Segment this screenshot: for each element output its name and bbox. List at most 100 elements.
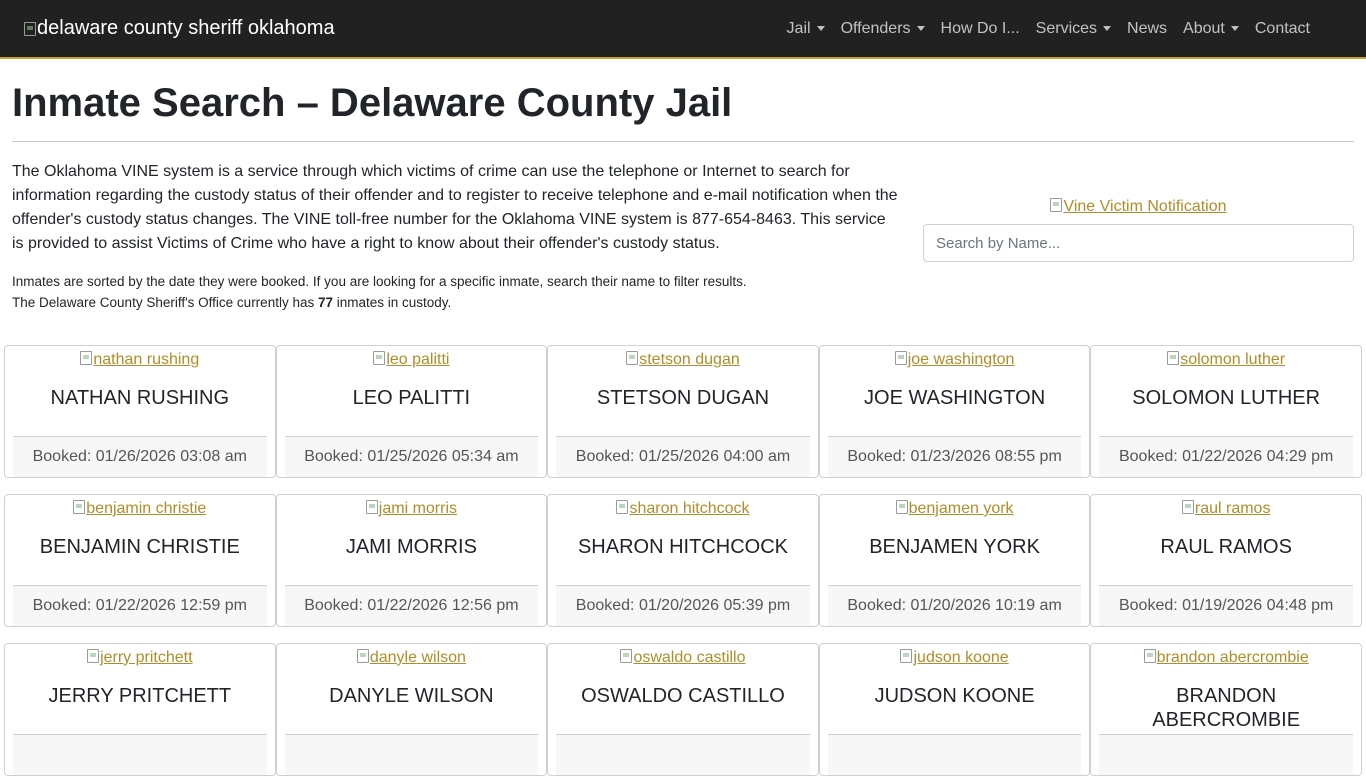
broken-image-icon [356, 649, 369, 663]
broken-image-icon [365, 500, 378, 514]
inmate-photo-alt: sharon hitchcock [629, 500, 750, 517]
vine-description: The Oklahoma VINE system is a service th… [12, 163, 898, 252]
nav-item-how-do-i[interactable]: How Do I... [933, 20, 1028, 38]
inmate-photo-link[interactable]: leo palitti [277, 350, 547, 370]
inmate-name[interactable]: JOE WASHINGTON [820, 370, 1090, 436]
inmate-photo-link[interactable]: joe washington [820, 350, 1090, 370]
inmate-name[interactable]: LEO PALITTI [277, 370, 547, 436]
inmate-card[interactable]: jami morris JAMI MORRIS Booked: 01/22/2026… [275, 494, 548, 627]
inmate-photo-link[interactable]: stetson dugan [548, 350, 818, 370]
vine-notification-link[interactable]: Vine Victim Notification [1050, 196, 1227, 218]
inmate-name[interactable]: SHARON HITCHCOCK [548, 519, 818, 585]
inmate-card[interactable]: jerry pritchett JERRY PRITCHETT [4, 643, 276, 776]
inmate-photo-alt: jami morris [378, 500, 457, 517]
broken-image-icon [87, 649, 100, 663]
inmate-photo-link[interactable]: nathan rushing [5, 350, 275, 370]
inmate-booked-date: Booked: 01/20/2026 05:39 pm [556, 585, 810, 626]
broken-image-icon [620, 649, 633, 663]
inmate-booked-date: Booked: 01/22/2026 12:56 pm [284, 585, 539, 626]
intro-text-column: The Oklahoma VINE system is a service th… [12, 160, 901, 313]
inmate-booked-date: Booked: 01/20/2026 10:19 am [827, 585, 1082, 626]
inmate-name[interactable]: JAMI MORRIS [277, 519, 547, 585]
inmate-photo-link[interactable]: jerry pritchett [5, 648, 275, 668]
title-divider [12, 141, 1354, 142]
inmate-photo-link[interactable]: raul ramos [1091, 499, 1361, 519]
inmate-photo-alt: stetson dugan [639, 351, 740, 368]
search-by-name-input[interactable] [923, 224, 1354, 262]
inmate-photo-alt: joe washington [907, 351, 1015, 368]
inmate-card[interactable]: raul ramos RAUL RAMOS Booked: 01/19/2026 0… [1090, 494, 1362, 627]
inmate-name[interactable]: RAUL RAMOS [1091, 519, 1361, 585]
inmate-card[interactable]: sharon hitchcock SHARON HITCHCOCK Booked: … [547, 494, 819, 627]
inmate-name[interactable]: JERRY PRITCHETT [5, 668, 275, 734]
broken-image-icon [73, 500, 86, 514]
inmate-name[interactable]: JUDSON KOONE [820, 668, 1090, 734]
inmate-photo-link[interactable]: benjamin christie [5, 499, 275, 519]
inmate-photo-link[interactable]: jami morris [277, 499, 547, 519]
nav-item-jail[interactable]: Jail [779, 20, 833, 38]
inmate-card[interactable]: stetson dugan STETSON DUGAN Booked: 01/25/… [547, 345, 819, 478]
custody-count-prefix: The Delaware County Sheriff's Office cur… [12, 295, 318, 310]
inmate-card[interactable]: danyle wilson DANYLE WILSON [275, 643, 548, 776]
inmate-photo-link[interactable]: brandon abercrombie [1091, 648, 1361, 668]
broken-image-icon [24, 21, 36, 36]
inmate-name[interactable]: NATHAN RUSHING [5, 370, 275, 436]
inmate-booked-date: Booked: 01/26/2026 03:08 am [13, 436, 267, 477]
site-logo-link[interactable]: delaware county sheriff oklahoma [24, 17, 335, 40]
broken-image-icon [895, 500, 908, 514]
chevron-down-icon [1103, 26, 1112, 31]
inmate-card[interactable]: judson koone JUDSON KOONE [818, 643, 1091, 776]
inmate-name[interactable]: BENJAMEN YORK [820, 519, 1090, 585]
inmate-name[interactable]: OSWALDO CASTILLO [548, 668, 818, 734]
inmate-photo-alt: benjamin christie [86, 500, 207, 517]
inmate-booked-date [13, 734, 267, 775]
broken-image-icon [626, 351, 639, 365]
inmate-card[interactable]: benjamin christie BENJAMIN CHRISTIE Booked… [4, 494, 276, 627]
nav-item-news[interactable]: News [1119, 20, 1175, 38]
inmate-name[interactable]: STETSON DUGAN [548, 370, 818, 436]
nav-item-about[interactable]: About [1175, 20, 1247, 38]
page-title: Inmate Search – Delaware County Jail [12, 81, 733, 125]
inmate-card[interactable]: nathan rushing NATHAN RUSHING Booked: 01/2… [4, 345, 276, 478]
inmate-photo-alt: judson koone [913, 649, 1009, 666]
broken-image-icon [80, 351, 93, 365]
inmate-card[interactable]: joe washington JOE WASHINGTON Booked: 01/2… [818, 345, 1091, 478]
inmate-photo-link[interactable]: oswaldo castillo [548, 648, 818, 668]
inmate-card[interactable]: benjamen york BENJAMEN YORK Booked: 01/20/… [818, 494, 1091, 627]
intro-section: The Oklahoma VINE system is a service th… [0, 160, 1366, 313]
nav-item-offenders[interactable]: Offenders [833, 20, 933, 38]
inmate-card[interactable]: oswaldo castillo OSWALDO CASTILLO [547, 643, 819, 776]
broken-image-icon [894, 351, 907, 365]
inmate-name[interactable]: SOLOMON LUTHER [1091, 370, 1361, 436]
inmate-photo-link[interactable]: sharon hitchcock [548, 499, 818, 519]
inmate-booked-date [827, 734, 1082, 775]
inmate-name[interactable]: BENJAMIN CHRISTIE [5, 519, 275, 585]
inmate-photo-alt: benjamen york [908, 500, 1014, 517]
inmate-photo-link[interactable]: solomon luther [1091, 350, 1361, 370]
inmate-photo-alt: nathan rushing [93, 351, 200, 368]
nav-item-contact[interactable]: Contact [1247, 20, 1318, 38]
nav-item-services[interactable]: Services [1028, 20, 1119, 38]
inmate-grid: nathan rushing NATHAN RUSHING Booked: 01/2… [0, 345, 1366, 776]
inmate-card[interactable]: leo palitti LEO PALITTI Booked: 01/25/2026… [275, 345, 548, 478]
top-navbar: delaware county sheriff oklahoma Jail Of… [0, 0, 1366, 59]
inmate-photo-link[interactable]: judson koone [820, 648, 1090, 668]
inmate-booked-date [1099, 734, 1353, 775]
inmate-photo-link[interactable]: danyle wilson [277, 648, 547, 668]
inmate-count: 77 [317, 295, 333, 310]
sort-note: Inmates are sorted by the date they were… [12, 274, 747, 289]
nav-menu: Jail Offenders How Do I... Services News… [779, 20, 1318, 38]
broken-image-icon [1181, 500, 1194, 514]
inmate-photo-alt: leo palitti [386, 351, 450, 368]
inmate-name[interactable]: DANYLE WILSON [277, 668, 547, 734]
inmate-photo-link[interactable]: benjamen york [820, 499, 1090, 519]
inmate-card[interactable]: brandon abercrombie BRANDON ABERCROMBIE [1090, 643, 1362, 776]
inmate-name[interactable]: BRANDON ABERCROMBIE [1091, 668, 1361, 734]
inmate-photo-alt: brandon abercrombie [1156, 649, 1309, 666]
broken-image-icon [373, 351, 386, 365]
chevron-down-icon [916, 26, 925, 31]
inmate-card[interactable]: solomon luther SOLOMON LUTHER Booked: 01/2… [1090, 345, 1362, 478]
chevron-down-icon [1230, 26, 1239, 31]
broken-image-icon [1143, 649, 1156, 663]
broken-image-icon [1050, 198, 1063, 212]
